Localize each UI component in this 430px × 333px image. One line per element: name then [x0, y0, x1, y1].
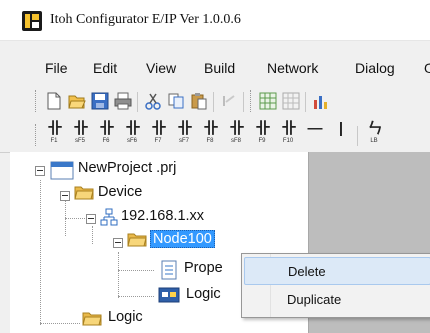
- menu-view[interactable]: View: [146, 60, 176, 76]
- tree-line: [118, 270, 154, 271]
- fkey-f1-button[interactable]: 卝 F1: [44, 121, 64, 148]
- menu-edit[interactable]: Edit: [93, 60, 117, 76]
- tree-item-project[interactable]: NewProject .prj: [78, 160, 176, 176]
- node-collapse-toggle[interactable]: [113, 238, 123, 248]
- toolbar-grip[interactable]: [35, 124, 38, 146]
- main-toolbar: [0, 86, 430, 116]
- project-collapse-toggle[interactable]: [35, 166, 45, 176]
- toolbar-grip[interactable]: [35, 90, 38, 112]
- tree-line: [118, 296, 154, 297]
- grid2-icon[interactable]: [282, 92, 300, 110]
- context-menu-duplicate-label: Duplicate: [287, 292, 342, 307]
- toolbar-separator: [243, 92, 244, 112]
- context-menu: Delete Duplicate: [241, 253, 430, 318]
- toolbar-separator: [357, 126, 358, 146]
- print-icon[interactable]: [114, 92, 132, 110]
- ip-collapse-toggle[interactable]: [86, 214, 96, 224]
- fkey-sf5-button[interactable]: 卝 sF5: [70, 121, 90, 148]
- undo-icon[interactable]: [220, 92, 238, 110]
- copy-icon[interactable]: [167, 92, 185, 110]
- toolbar-grip[interactable]: [250, 90, 253, 112]
- tree-line: [40, 323, 80, 324]
- fkey-lb-button[interactable]: ㄣ LB: [364, 121, 384, 148]
- tree-line: [65, 198, 66, 236]
- context-menu-delete[interactable]: Delete: [244, 257, 430, 285]
- fkey-f6-button[interactable]: 卝 F6: [96, 121, 116, 148]
- fkey-f10-button[interactable]: 卝 F10: [278, 121, 298, 148]
- app-window: Itoh Configurator E/IP Ver 1.0.0.6 File …: [0, 0, 430, 333]
- context-menu-duplicate[interactable]: Duplicate: [244, 286, 429, 312]
- properties-icon: [161, 260, 177, 280]
- toolbar-separator: [137, 92, 138, 112]
- cut-icon[interactable]: [144, 92, 162, 110]
- fkey-f7-button[interactable]: 卝 F7: [148, 121, 168, 148]
- fkey-sf6-button[interactable]: 卝 sF6: [122, 121, 142, 148]
- network-icon: [100, 208, 118, 226]
- toolbar-separator: [213, 92, 214, 112]
- tree-line: [65, 218, 87, 219]
- toolbar-separator: [305, 92, 306, 112]
- app-logo-icon: [22, 11, 42, 31]
- fkey-f8-button[interactable]: 卝 F8: [200, 121, 220, 148]
- fkey-sf8-button[interactable]: 卝 sF8: [226, 121, 246, 148]
- tree-line: [40, 180, 41, 325]
- horizontal-line-button[interactable]: —: [304, 121, 324, 148]
- device-collapse-toggle[interactable]: [60, 191, 70, 201]
- vertical-line-button[interactable]: |: [330, 121, 350, 148]
- logic-folder-icon: [82, 312, 102, 326]
- grid-icon[interactable]: [259, 92, 277, 110]
- tree-item-logic[interactable]: Logic: [108, 309, 143, 325]
- tree-item-ip-address[interactable]: 192.168.1.xx: [121, 208, 204, 224]
- tree-item-logic-child[interactable]: Logic: [186, 286, 221, 302]
- menu-build[interactable]: Build: [204, 60, 235, 76]
- menu-network[interactable]: Network: [267, 60, 318, 76]
- save-icon[interactable]: [91, 92, 109, 110]
- menu-options-partial[interactable]: O: [424, 60, 430, 76]
- fkey-f9-button[interactable]: 卝 F9: [252, 121, 272, 148]
- device-folder-icon: [74, 186, 94, 200]
- logic-diagram-icon: [158, 287, 180, 303]
- fkey-sf7-button[interactable]: 卝 sF7: [174, 121, 194, 148]
- tree-line: [118, 252, 119, 298]
- tree-item-device[interactable]: Device: [98, 184, 142, 200]
- node-folder-icon: [127, 233, 147, 247]
- chart-icon[interactable]: [312, 92, 330, 110]
- project-window-icon: [50, 161, 74, 180]
- tree-line: [92, 226, 93, 244]
- new-icon[interactable]: [45, 92, 63, 110]
- menu-file[interactable]: File: [45, 60, 68, 76]
- tree-item-node-selected[interactable]: Node100: [150, 230, 215, 248]
- window-title: Itoh Configurator E/IP Ver 1.0.0.6: [50, 12, 241, 27]
- context-menu-delete-label: Delete: [288, 264, 326, 279]
- tree-item-properties[interactable]: Prope: [184, 260, 223, 276]
- paste-icon[interactable]: [190, 92, 208, 110]
- open-icon[interactable]: [68, 92, 86, 110]
- menu-dialog[interactable]: Dialog: [355, 60, 395, 76]
